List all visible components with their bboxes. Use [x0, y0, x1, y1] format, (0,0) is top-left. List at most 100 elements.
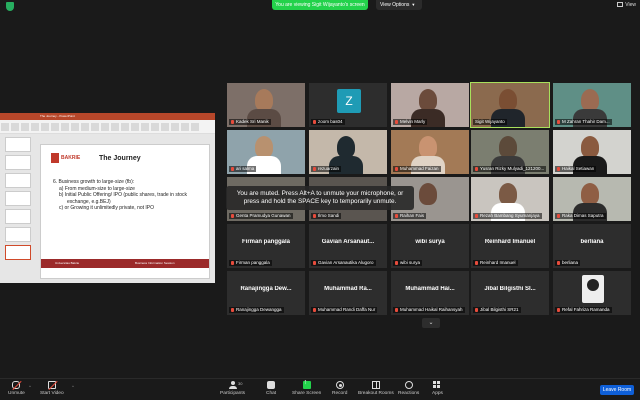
participant-name: Muhammad Faizan: [393, 166, 441, 172]
participant-name: Raihan Fais: [393, 213, 427, 219]
participant-tile[interactable]: Refal Fahriza Ramanda: [553, 271, 631, 315]
audio-options-caret-icon[interactable]: ^: [29, 384, 31, 389]
participant-name: Refal Fahriza Ramanda: [555, 307, 612, 313]
participant-tile[interactable]: M Zahran Thahir Dam...: [553, 83, 631, 127]
slide-thumbnail: [5, 227, 31, 242]
participant-name: Ilmo Sandi: [311, 213, 342, 219]
reactions-button[interactable]: Reactions: [398, 381, 419, 396]
participant-tile-active-speaker[interactable]: Sigit Wijayanto: [470, 82, 550, 128]
grid-view-icon: [617, 2, 624, 8]
participant-tile[interactable]: Haikal Setiawan: [553, 130, 631, 174]
apps-label: Apps: [432, 391, 443, 396]
participant-tile[interactable]: berliana berliana: [553, 224, 631, 268]
breakout-rooms-button[interactable]: Breakout Rooms: [358, 381, 394, 396]
participant-display-name: Gavian Arsanaut...: [321, 239, 375, 245]
participant-name-text: Muhammad Haikal Raihansyah: [400, 307, 463, 312]
participant-name: M Zahran Thahir Dam...: [555, 119, 612, 125]
muted-mic-icon: [475, 260, 478, 265]
participant-name: Reinhard Imanuel: [473, 260, 518, 266]
muted-notification: You are muted. Press Alt+A to unmute you…: [226, 186, 414, 210]
participant-tile[interactable]: Muhammad Ra... Muhammad Randi Daffa Nur: [309, 271, 387, 315]
participant-display-name: Ranajingga Dew...: [240, 286, 292, 292]
participant-tile[interactable]: Rezah Bambang Syumanjaya: [471, 177, 549, 221]
slide-thumbnail-selected: [5, 245, 31, 260]
ppt-title-bar: The Journey - PowerPoint: [0, 113, 215, 120]
participant-tile[interactable]: Z zoom bas04: [309, 83, 387, 127]
participant-tile[interactable]: Muhammad Hai... Muhammad Haikal Raihansy…: [391, 271, 469, 315]
participant-name-text: Haikal Setiawan: [562, 166, 595, 171]
participant-name: Jibal Bilgisthi SR21: [473, 307, 521, 313]
meeting-toolbar: Unmute ^ Start Video ^ Participants 30 C…: [0, 378, 640, 400]
chat-label: Chat: [266, 391, 277, 396]
participant-tile[interactable]: Reinhard Imanuel Reinhard Imanuel: [471, 224, 549, 268]
unmute-button[interactable]: Unmute: [8, 381, 25, 396]
shared-screen[interactable]: The Journey - PowerPoint BAKRIE The Jour…: [0, 113, 215, 283]
participant-name: Raka Dimas Saputra: [555, 213, 606, 219]
participant-name-text: Ilmo Sandi: [318, 213, 340, 218]
slide-line: b) Initial Public Offering/ IPO (public …: [59, 192, 188, 198]
view-button[interactable]: View: [617, 2, 636, 8]
share-screen-button[interactable]: Share Screen: [292, 379, 321, 396]
footer-left: Universitas Bakrie: [55, 261, 80, 265]
participant-name: Genta Pramudya Gunawan: [229, 213, 293, 219]
reactions-label: Reactions: [398, 391, 420, 396]
unmute-label: Unmute: [8, 391, 25, 396]
participant-tile[interactable]: Melvin Marly: [391, 83, 469, 127]
muted-mic-icon: [475, 166, 478, 171]
record-button[interactable]: Record: [332, 381, 347, 396]
participant-name: wibi surya: [393, 260, 423, 266]
participant-display-name: Muhammad Ra...: [324, 286, 372, 292]
participant-name-text: Jibal Bilgisthi SR21: [480, 307, 519, 312]
muted-mic-icon: [395, 119, 398, 124]
video-feed: [337, 136, 355, 158]
participant-tile[interactable]: ari salma: [227, 130, 305, 174]
breakout-rooms-label: Breakout Rooms: [358, 391, 394, 396]
zoom-meeting-window: You are viewing Sigit Wijayanto's screen…: [0, 0, 640, 400]
participant-name-text: Yusran Rizky Mulyadi_121200...: [480, 166, 545, 171]
start-video-button[interactable]: Start Video: [40, 381, 64, 396]
participant-tile[interactable]: Muhammad Faizan: [391, 130, 469, 174]
participant-name-text: Ranajingga Dewangga: [236, 307, 282, 312]
view-options-button[interactable]: View Options ▼: [376, 0, 422, 10]
slide-footer: Universitas Bakrie Business Information …: [41, 259, 209, 268]
participant-tile[interactable]: rezuarzain: [309, 130, 387, 174]
participant-name: Muhammad Randi Daffa Nur: [311, 307, 378, 313]
participant-name-text: Genta Pramudya Gunawan: [236, 213, 291, 218]
participant-name: Ranajingga Dewangga: [229, 307, 284, 313]
muted-mic-icon: [557, 307, 560, 312]
participant-display-name: Firman panggala: [241, 239, 290, 245]
participants-icon: [228, 381, 237, 389]
muted-mic-icon: [557, 260, 560, 265]
participant-tile[interactable]: Yusran Rizky Mulyadi_121200...: [471, 130, 549, 174]
share-screen-icon: [302, 379, 311, 389]
participant-name: Melvin Marly: [393, 119, 428, 125]
participant-tile[interactable]: Kadek Sri Manik: [227, 83, 305, 127]
top-bar: You are viewing Sigit Wijayanto's screen…: [0, 0, 640, 12]
avatar: Z: [337, 89, 361, 113]
video-options-caret-icon[interactable]: ^: [72, 384, 74, 389]
participant-name: Firman panggala: [229, 260, 272, 266]
participant-tile[interactable]: wibi surya wibi surya: [391, 224, 469, 268]
participant-name: Kadek Sri Manik: [229, 119, 271, 125]
participant-name: Muhammad Haikal Raihansyah: [393, 307, 465, 313]
participant-tile[interactable]: Gavian Arsanaut... Gavian Arsanautika Al…: [309, 224, 387, 268]
participant-name-text: Raihan Fais: [400, 213, 425, 218]
participant-name: Haikal Setiawan: [555, 166, 597, 172]
participant-display-name: Muhammad Hai...: [405, 286, 455, 292]
record-label: Record: [332, 391, 348, 396]
participant-tile[interactable]: Raka Dimas Saputra: [553, 177, 631, 221]
participant-name: ari salma: [229, 166, 257, 172]
reactions-icon: [404, 381, 413, 389]
leave-room-button[interactable]: Leave Room: [600, 385, 634, 395]
security-shield-icon[interactable]: [6, 2, 14, 11]
participant-tile[interactable]: Ranajingga Dew... Ranajingga Dewangga: [227, 271, 305, 315]
participant-tile[interactable]: Firman panggala Firman panggala: [227, 224, 305, 268]
video-feed: [499, 136, 517, 158]
chat-button[interactable]: Chat: [266, 381, 276, 396]
participant-tile[interactable]: Jibal Bilgisthi SI... Jibal Bilgisthi SR…: [471, 271, 549, 315]
apps-button[interactable]: Apps: [432, 381, 443, 396]
participant-name: Rezah Bambang Syumanjaya: [473, 213, 542, 219]
next-page-chevron-icon[interactable]: ⌄: [422, 318, 440, 328]
ppt-ribbon: [0, 120, 215, 134]
participant-name-text: Firman panggala: [236, 260, 270, 265]
